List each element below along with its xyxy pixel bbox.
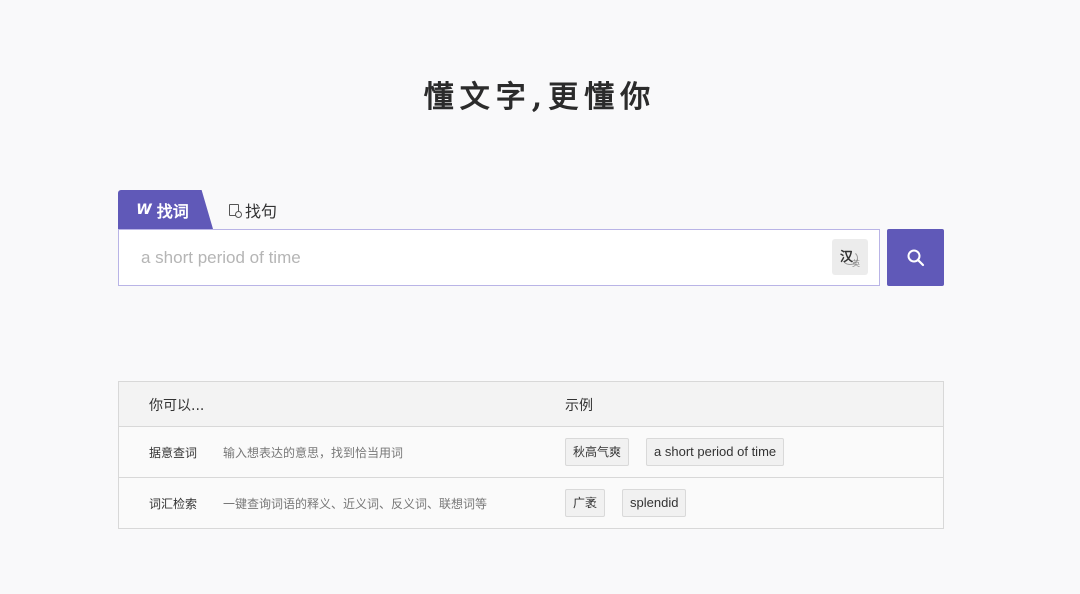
row-description: 输入想表达的意思，找到恰当用词 (223, 446, 404, 460)
usage-table-header: 你可以... 示例 (119, 382, 943, 427)
tab-find-word-label: 找词 (156, 201, 189, 221)
page: 懂文字,更懂你 W 找词 找句 汉 英 你可以... 示例 据意查词 (0, 0, 1080, 594)
language-secondary-label: 英 (852, 259, 860, 268)
tab-find-word[interactable]: W 找词 (118, 190, 213, 229)
example-list: 秋高气爽 a short period of time (565, 438, 785, 466)
header-examples: 示例 (565, 398, 593, 414)
table-row: 据意查词 输入想表达的意思，找到恰当用词 秋高气爽 a short period… (119, 427, 943, 478)
example-chip[interactable]: a short period of time (646, 438, 785, 466)
usage-table: 你可以... 示例 据意查词 输入想表达的意思，找到恰当用词 秋高气爽 a sh… (118, 381, 944, 529)
word-icon: W (136, 201, 151, 218)
row-description: 一键查询词语的释义、近义词、反义词、联想词等 (223, 497, 488, 511)
example-chip[interactable]: splendid (622, 489, 687, 517)
tab-find-sentence[interactable]: 找句 (229, 190, 277, 229)
search-box: 汉 英 (118, 229, 880, 286)
example-chip[interactable]: 秋高气爽 (565, 438, 630, 466)
example-list: 广袤 splendid (565, 489, 687, 517)
search-input[interactable] (119, 230, 819, 285)
search-mode-tabs: W 找词 找句 (118, 190, 277, 229)
page-title: 懂文字,更懂你 (423, 80, 657, 115)
search-icon (907, 249, 924, 266)
example-chip[interactable]: 广袤 (565, 489, 606, 517)
row-title: 词汇检索 (149, 497, 198, 511)
tab-find-sentence-label: 找句 (245, 201, 278, 221)
language-switch-button[interactable]: 汉 英 (832, 239, 868, 275)
search-button[interactable] (887, 229, 944, 286)
table-row: 词汇检索 一键查询词语的释义、近义词、反义词、联想词等 广袤 splendid (119, 478, 943, 528)
row-title: 据意查词 (149, 446, 198, 460)
header-you-can: 你可以... (149, 398, 205, 414)
document-search-icon (229, 203, 242, 218)
